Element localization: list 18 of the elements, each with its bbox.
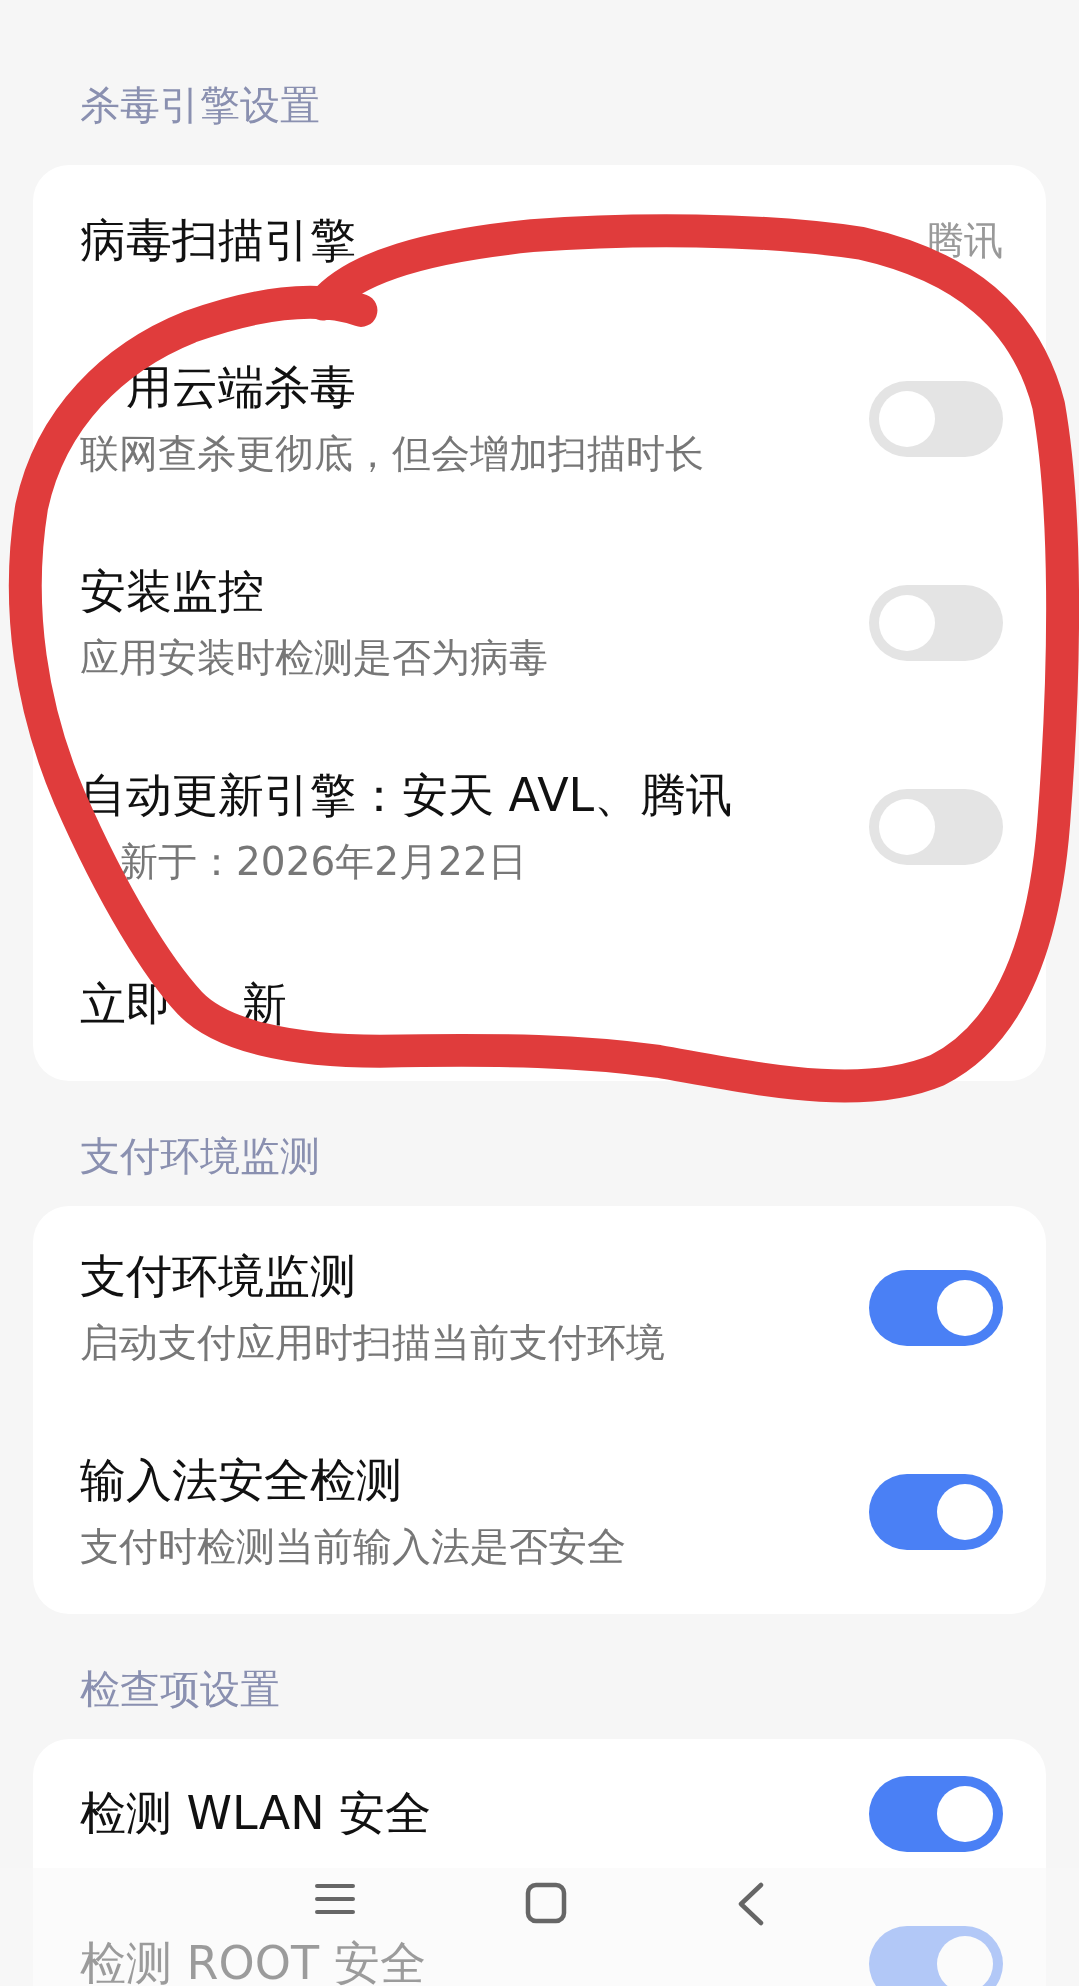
row-title: 检测 ROOT 安全 [80, 1935, 426, 1986]
row-title: 输入法安全检测 [80, 1452, 402, 1509]
back-icon[interactable] [736, 1882, 765, 1926]
row-title: 支付环境监测 [80, 1248, 356, 1305]
row-subtitle: 应用安装时检测是否为病毒 [80, 634, 548, 682]
toggle-switch[interactable] [869, 1926, 1003, 1986]
row-subtitle: 联网查杀更彻底，但会增加扫描时长 [80, 430, 704, 478]
home-icon[interactable] [524, 1882, 567, 1924]
row-title: 病毒扫描引擎 [80, 212, 357, 269]
section-title: 杀毒引擎设置 [80, 81, 320, 130]
row-subtitle: 支付时检测当前输入法是否安全 [80, 1523, 626, 1571]
row-subtitle: 启动支付应用时扫描当前支付环境 [80, 1319, 665, 1367]
section-title: 检查项设置 [80, 1665, 280, 1714]
row-subtitle: 新于：2026年2月22日 [119, 838, 527, 886]
menu-icon[interactable] [314, 1882, 355, 1916]
row-title: 检测 WLAN 安全 [80, 1785, 432, 1842]
row-title: 安装监控 [80, 563, 264, 620]
section-title: 支付环境监测 [80, 1132, 320, 1181]
